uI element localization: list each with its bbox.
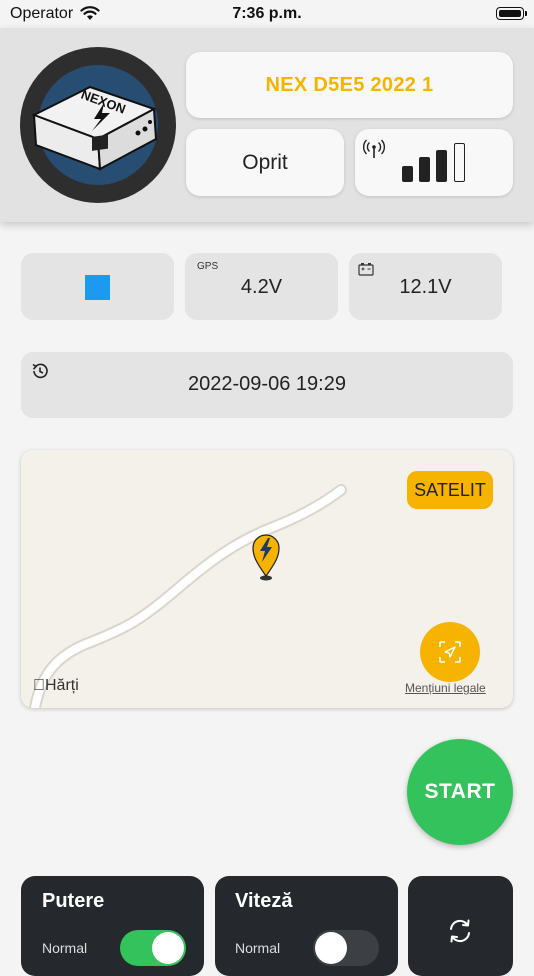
device-name-card[interactable]: NEX D5E5 2022 1 (186, 52, 513, 118)
battery-cap (525, 11, 527, 16)
device-box-icon: NEXON (31, 85, 158, 171)
speed-title: Viteză (235, 890, 293, 912)
speed-panel: Viteză Normal (215, 876, 398, 976)
gps-label: GPS (197, 261, 219, 272)
power-title: Putere (42, 890, 105, 912)
vehicle-color-swatch (85, 275, 110, 300)
maps-attribution: Hărți (33, 677, 79, 695)
start-button[interactable]: START (407, 739, 513, 845)
battery-voltage-value: 12.1V (399, 276, 452, 298)
legal-link[interactable]: Mențiuni legale (405, 681, 486, 695)
last-update-value: 2022-09-06 19:29 (188, 373, 346, 395)
device-state-card: Oprit (186, 129, 344, 196)
refresh-icon (450, 919, 470, 943)
status-bar: Operator 7:36 p.m. (0, 0, 534, 28)
signal-bar-1 (402, 166, 413, 182)
car-battery-icon (358, 263, 374, 276)
signal-card (355, 129, 513, 196)
speed-subtitle: Normal (235, 940, 281, 956)
power-subtitle: Normal (42, 940, 88, 956)
device-name: NEX D5E5 2022 1 (265, 73, 434, 96)
signal-bar-2 (419, 157, 430, 182)
maps-logo-text: Hărți (33, 677, 79, 694)
power-toggle-knob (152, 932, 184, 964)
battery-icon (496, 7, 524, 20)
gps-voltage-value: 4.2V (240, 276, 283, 298)
speed-toggle[interactable] (313, 930, 379, 966)
power-panel: Putere Normal (21, 876, 204, 976)
signal-bar-4 (454, 143, 465, 182)
antenna-icon (363, 139, 385, 158)
locate-icon (439, 641, 461, 663)
clock: 7:36 p.m. (232, 5, 302, 22)
satellite-toggle-button[interactable]: SATELIT (407, 471, 493, 509)
device-state: Oprit (242, 150, 288, 174)
lightning-pin-icon[interactable] (250, 532, 282, 584)
signal-bar-3 (436, 150, 447, 182)
speed-toggle-knob (315, 932, 347, 964)
power-toggle[interactable] (120, 930, 186, 966)
